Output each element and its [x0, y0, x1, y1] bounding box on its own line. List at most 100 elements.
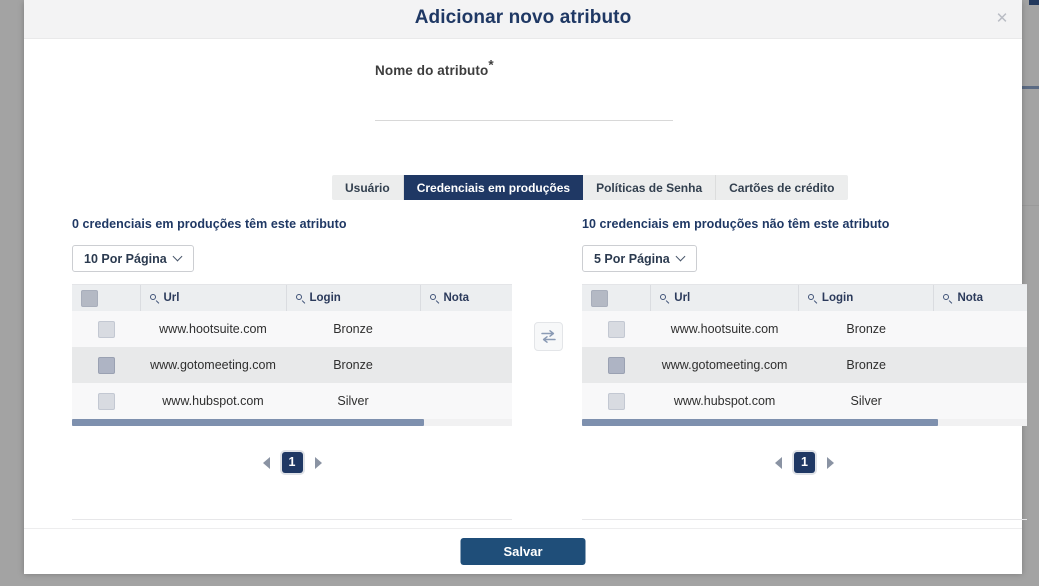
assigned-per-page-label: 10 Por Página	[84, 251, 167, 266]
row-nota	[420, 347, 512, 383]
assigned-panel-divider	[72, 519, 512, 520]
row-nota	[933, 347, 1027, 383]
pagination-next-icon[interactable]	[314, 456, 322, 469]
required-asterisk: *	[488, 57, 494, 73]
table-row[interactable]: www.gotomeeting.com Bronze	[582, 347, 1027, 383]
pagination-next-icon[interactable]	[827, 456, 834, 469]
pagination-prev-icon[interactable]	[775, 456, 782, 469]
save-button[interactable]: Salvar	[460, 538, 586, 565]
row-login: Bronze	[798, 311, 934, 347]
swap-horizontal-icon	[541, 330, 556, 343]
search-icon	[149, 293, 159, 303]
assigned-per-page-select[interactable]: 10 Por Página	[72, 245, 194, 272]
row-login: Bronze	[286, 311, 420, 347]
assigned-header-url[interactable]: Url	[140, 285, 287, 311]
row-nota	[933, 383, 1027, 419]
pagination-prev-icon[interactable]	[262, 456, 270, 469]
unassigned-horizontal-scrollbar[interactable]	[582, 419, 1027, 426]
table-header-row: Url Login Nota	[72, 285, 512, 311]
assigned-header-login-label: Login	[309, 292, 341, 304]
unassigned-header-nota[interactable]: Nota	[933, 285, 1027, 311]
attribute-name-label: Nome do atributo*	[375, 58, 675, 78]
select-all-checkbox[interactable]	[591, 289, 608, 307]
tab-cartoes-de-credito[interactable]: Cartões de crédito	[716, 175, 847, 200]
row-checkbox[interactable]	[607, 320, 625, 338]
tab-credenciais-em-producoes[interactable]: Credenciais em produções	[403, 175, 584, 200]
table-row[interactable]: www.hubspot.com Silver	[72, 383, 512, 419]
dialog-title: Adicionar novo atributo	[414, 7, 632, 28]
row-nota	[933, 311, 1027, 347]
unassigned-header-login[interactable]: Login	[798, 285, 935, 311]
row-nota	[420, 311, 512, 347]
row-url: www.hootsuite.com	[140, 311, 286, 347]
assigned-horizontal-scrollbar[interactable]	[72, 419, 512, 426]
entity-type-tabs: Usuário Credenciais em produções Polític…	[332, 175, 848, 200]
select-all-checkbox[interactable]	[81, 289, 98, 307]
assigned-credentials-panel: 0 credenciais em produções têm este atri…	[72, 217, 512, 473]
unassigned-header-login-label: Login	[821, 292, 854, 304]
row-url: www.gotomeeting.com	[650, 347, 799, 383]
row-checkbox-cell[interactable]	[582, 311, 651, 347]
row-checkbox[interactable]	[607, 356, 625, 374]
assigned-header-login[interactable]: Login	[286, 285, 421, 311]
pagination-page-1[interactable]: 1	[281, 452, 303, 473]
row-login: Silver	[798, 383, 934, 419]
unassigned-panel-caption: 10 credenciais em produções não têm este…	[582, 217, 890, 231]
row-nota	[420, 383, 512, 419]
row-checkbox[interactable]	[97, 392, 115, 410]
tab-usuario[interactable]: Usuário	[332, 175, 404, 200]
row-login: Bronze	[286, 347, 420, 383]
row-checkbox-cell[interactable]	[72, 311, 140, 347]
unassigned-panel-divider	[582, 519, 1027, 520]
row-checkbox-cell[interactable]	[582, 383, 651, 419]
dialog-footer: Salvar	[24, 528, 1022, 574]
attribute-name-label-text: Nome do atributo	[375, 63, 489, 78]
assigned-pagination: 1	[72, 452, 512, 473]
assigned-select-all-header[interactable]	[72, 285, 141, 311]
unassigned-per-page-select[interactable]: 5 Por Página	[582, 245, 697, 272]
unassigned-credentials-table: Url Login Nota www.hootsuite.com Bronze …	[582, 285, 1027, 419]
dialog-body: Nome do atributo* Usuário Credenciais em…	[24, 39, 1027, 528]
assigned-header-url-label: Url	[163, 292, 180, 304]
row-checkbox[interactable]	[607, 392, 625, 410]
unassigned-per-page-label: 5 Por Página	[594, 251, 670, 266]
row-url: www.hubspot.com	[650, 383, 799, 419]
scrollbar-thumb[interactable]	[72, 419, 424, 426]
search-icon	[660, 293, 669, 303]
row-checkbox-cell[interactable]	[72, 383, 140, 419]
row-checkbox[interactable]	[97, 356, 115, 374]
table-row[interactable]: www.gotomeeting.com Bronze	[72, 347, 512, 383]
row-url: www.gotomeeting.com	[140, 347, 286, 383]
search-icon	[295, 293, 305, 303]
search-icon	[807, 293, 817, 303]
table-row[interactable]: www.hootsuite.com Bronze	[72, 311, 512, 347]
close-icon[interactable]: ✕	[994, 11, 1010, 27]
background-rule-lower	[1022, 205, 1039, 206]
unassigned-header-url-label: Url	[674, 292, 691, 304]
assigned-header-nota[interactable]: Nota	[420, 285, 512, 311]
unassigned-credentials-panel: 10 credenciais em produções não têm este…	[582, 217, 1027, 473]
unassigned-pagination: 1	[582, 452, 1027, 473]
attribute-name-field-group: Nome do atributo*	[375, 58, 675, 121]
row-checkbox-cell[interactable]	[72, 347, 140, 383]
table-row[interactable]: www.hootsuite.com Bronze	[582, 311, 1027, 347]
unassigned-table-wrapper: Url Login Nota www.hootsuite.com Bronze …	[582, 284, 1027, 426]
table-row[interactable]: www.hubspot.com Silver	[582, 383, 1027, 419]
scrollbar-thumb[interactable]	[582, 419, 938, 426]
unassigned-header-nota-label: Nota	[957, 292, 983, 304]
assigned-credentials-table: Url Login Nota www.hootsuite.com Bronze …	[72, 285, 512, 419]
assigned-panel-caption: 0 credenciais em produções têm este atri…	[72, 217, 347, 231]
tab-politicas-de-senha[interactable]: Políticas de Senha	[583, 175, 717, 200]
row-checkbox-cell[interactable]	[582, 347, 651, 383]
dialog-header: Adicionar novo atributo ✕	[24, 0, 1022, 39]
pagination-page-1[interactable]: 1	[794, 452, 815, 473]
background-accent-strip	[1029, 0, 1039, 5]
transfer-toggle-button[interactable]	[534, 322, 563, 351]
unassigned-select-all-header[interactable]	[582, 285, 652, 311]
chevron-down-icon	[174, 253, 182, 261]
unassigned-header-url[interactable]: Url	[650, 285, 799, 311]
attribute-name-input[interactable]	[375, 92, 673, 121]
row-checkbox[interactable]	[97, 320, 115, 338]
row-login: Silver	[286, 383, 420, 419]
add-attribute-dialog: Adicionar novo atributo ✕ Nome do atribu…	[24, 0, 1027, 574]
